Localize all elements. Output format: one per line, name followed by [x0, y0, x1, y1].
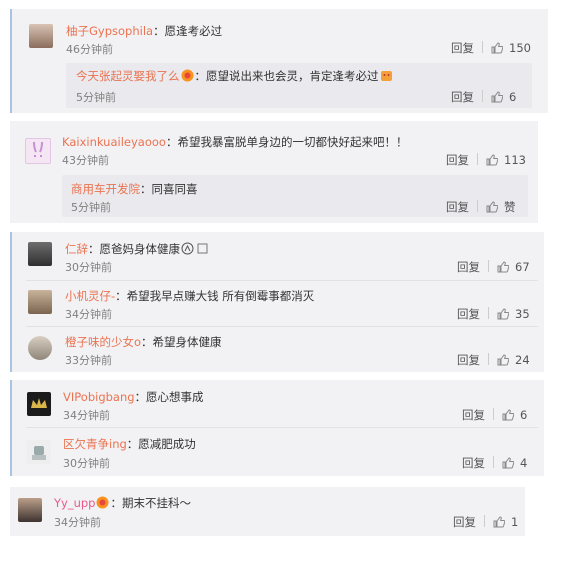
thumbs-up-icon[interactable]: [493, 516, 505, 528]
comment-author[interactable]: 橙子味的少女o: [65, 335, 141, 349]
comment-actions: 回复 150: [451, 40, 531, 56]
comment-author[interactable]: Yy_upp: [54, 496, 95, 510]
thumbs-up-icon[interactable]: [497, 354, 509, 366]
comment-author[interactable]: 小机灵仔-: [65, 289, 115, 303]
avatar[interactable]: [18, 498, 42, 522]
thumbs-up-icon[interactable]: [497, 308, 509, 320]
comment-author[interactable]: VIPobigbang: [63, 390, 135, 404]
reply-button[interactable]: 回复: [462, 456, 485, 470]
like-count: 24: [515, 353, 530, 367]
reply-button[interactable]: 回复: [462, 408, 485, 422]
comment-line: Kaixinkuailеyaooo：希望我暴富脱单身边的一切都快好起来吧！！: [62, 134, 407, 150]
comment-line: 仁辞：愿爸妈身体健康: [65, 241, 210, 257]
comment-text: ：愿减肥成功: [126, 437, 196, 451]
thumbs-up-icon[interactable]: [497, 261, 509, 273]
avatar[interactable]: [28, 290, 52, 314]
bunny-icon: [33, 141, 43, 157]
reply-author[interactable]: 商用车开发院: [71, 182, 140, 196]
emoji-icon: [380, 71, 392, 81]
comment-time: 46分钟前: [66, 43, 113, 56]
reply-text: ：愿望说出来也会灵，肯定逢考必过: [194, 69, 379, 83]
comment-actions: 回复 1: [453, 514, 518, 530]
comment-actions: 回复 24: [457, 352, 530, 368]
thumbs-up-icon[interactable]: [502, 409, 514, 421]
comment-actions: 回复 4: [462, 455, 527, 471]
reply-author[interactable]: 今天张起灵娶我了么: [76, 69, 180, 83]
reply-text: ：同喜同喜: [140, 182, 198, 196]
comment-text: ：希望身体健康: [141, 335, 222, 349]
comment-line: Yy_upp ：期末不挂科～: [54, 495, 191, 511]
reply-button[interactable]: 回复: [457, 353, 480, 367]
comment-time: 30分钟前: [65, 261, 112, 274]
vip-badge-icon: [96, 496, 109, 509]
comment-text: ：期末不挂科～: [110, 496, 191, 510]
box-emoji-icon: [197, 243, 208, 254]
robot-icon: [32, 446, 46, 460]
crown-icon: [31, 398, 47, 408]
reply-time: 5分钟前: [76, 91, 116, 104]
avatar[interactable]: [27, 440, 51, 464]
avatar[interactable]: [28, 336, 52, 360]
like-count: 1: [511, 515, 519, 529]
comment-actions: 回复 35: [457, 306, 530, 322]
comment-line: VIPobigbang：愿心想事成: [63, 389, 204, 405]
thumbs-up-icon[interactable]: [486, 201, 498, 213]
like-count: 赞: [504, 200, 516, 214]
reply-line: 今天张起灵娶我了么 ：愿望说出来也会灵，肯定逢考必过: [76, 68, 394, 84]
reply-button[interactable]: 回复: [453, 515, 476, 529]
vip-badge-icon: [181, 69, 193, 82]
reply-button[interactable]: 回复: [446, 200, 469, 214]
like-count: 6: [520, 408, 528, 422]
like-count: 67: [515, 260, 530, 274]
avatar[interactable]: [28, 242, 52, 266]
reply-time: 5分钟前: [71, 201, 111, 214]
comment-author[interactable]: Kaixinkuailеyaooo: [62, 135, 166, 149]
reply-button[interactable]: 回复: [451, 90, 474, 104]
like-count: 6: [509, 90, 517, 104]
like-count: 113: [504, 153, 526, 167]
divider: [26, 326, 538, 327]
comment-actions: 回复 113: [446, 152, 526, 168]
comment-text: ：希望我暴富脱单身边的一切都快好起来吧！！: [165, 135, 408, 149]
comment-time: 43分钟前: [62, 154, 109, 167]
thumbs-up-icon[interactable]: [502, 457, 514, 469]
comment-actions: 回复 67: [457, 259, 530, 275]
comment-time: 34分钟前: [63, 409, 110, 422]
reply-button[interactable]: 回复: [446, 153, 469, 167]
comment-text: ：愿爸妈身体健康: [88, 242, 180, 256]
avatar[interactable]: [29, 24, 53, 48]
thumbs-up-icon[interactable]: [491, 91, 503, 103]
reply-actions: 回复 赞: [446, 199, 516, 215]
comment-actions: 回复 6: [462, 407, 527, 423]
avatar[interactable]: [27, 392, 51, 416]
comment-author[interactable]: 区欠青争ing: [63, 437, 127, 451]
comment-time: 33分钟前: [65, 354, 112, 367]
comment-text: ：愿心想事成: [134, 390, 204, 404]
comment-time: 34分钟前: [65, 308, 112, 321]
reply-button[interactable]: 回复: [451, 41, 474, 55]
comment-line: 小机灵仔-：希望我早点赚大钱 所有倒霉事都消灭: [65, 288, 314, 304]
divider: [26, 427, 538, 428]
comment-line: 区欠青争ing：愿减肥成功: [63, 436, 196, 452]
thumbs-up-icon[interactable]: [491, 42, 503, 54]
comment-time: 34分钟前: [54, 516, 101, 529]
reply-button[interactable]: 回复: [457, 307, 480, 321]
reply-actions: 回复 6: [451, 89, 516, 105]
like-count: 4: [520, 456, 528, 470]
like-count: 35: [515, 307, 530, 321]
comment-text: ：希望我早点赚大钱 所有倒霉事都消灭: [115, 289, 315, 303]
comment-author[interactable]: 柚子Gypsophila: [66, 24, 153, 38]
comment-author[interactable]: 仁辞: [65, 242, 88, 256]
praying-emoji-icon: [181, 242, 194, 255]
avatar[interactable]: [25, 138, 51, 164]
comment-text: ：愿逢考必过: [153, 24, 223, 38]
divider: [26, 280, 538, 281]
reply-line: 商用车开发院：同喜同喜: [71, 181, 198, 197]
like-count: 150: [509, 41, 531, 55]
comment-time: 30分钟前: [63, 457, 110, 470]
thumbs-up-icon[interactable]: [486, 154, 498, 166]
comment-line: 橙子味的少女o：希望身体健康: [65, 334, 222, 350]
reply-button[interactable]: 回复: [457, 260, 480, 274]
comment-line: 柚子Gypsophila：愿逢考必过: [66, 23, 222, 39]
